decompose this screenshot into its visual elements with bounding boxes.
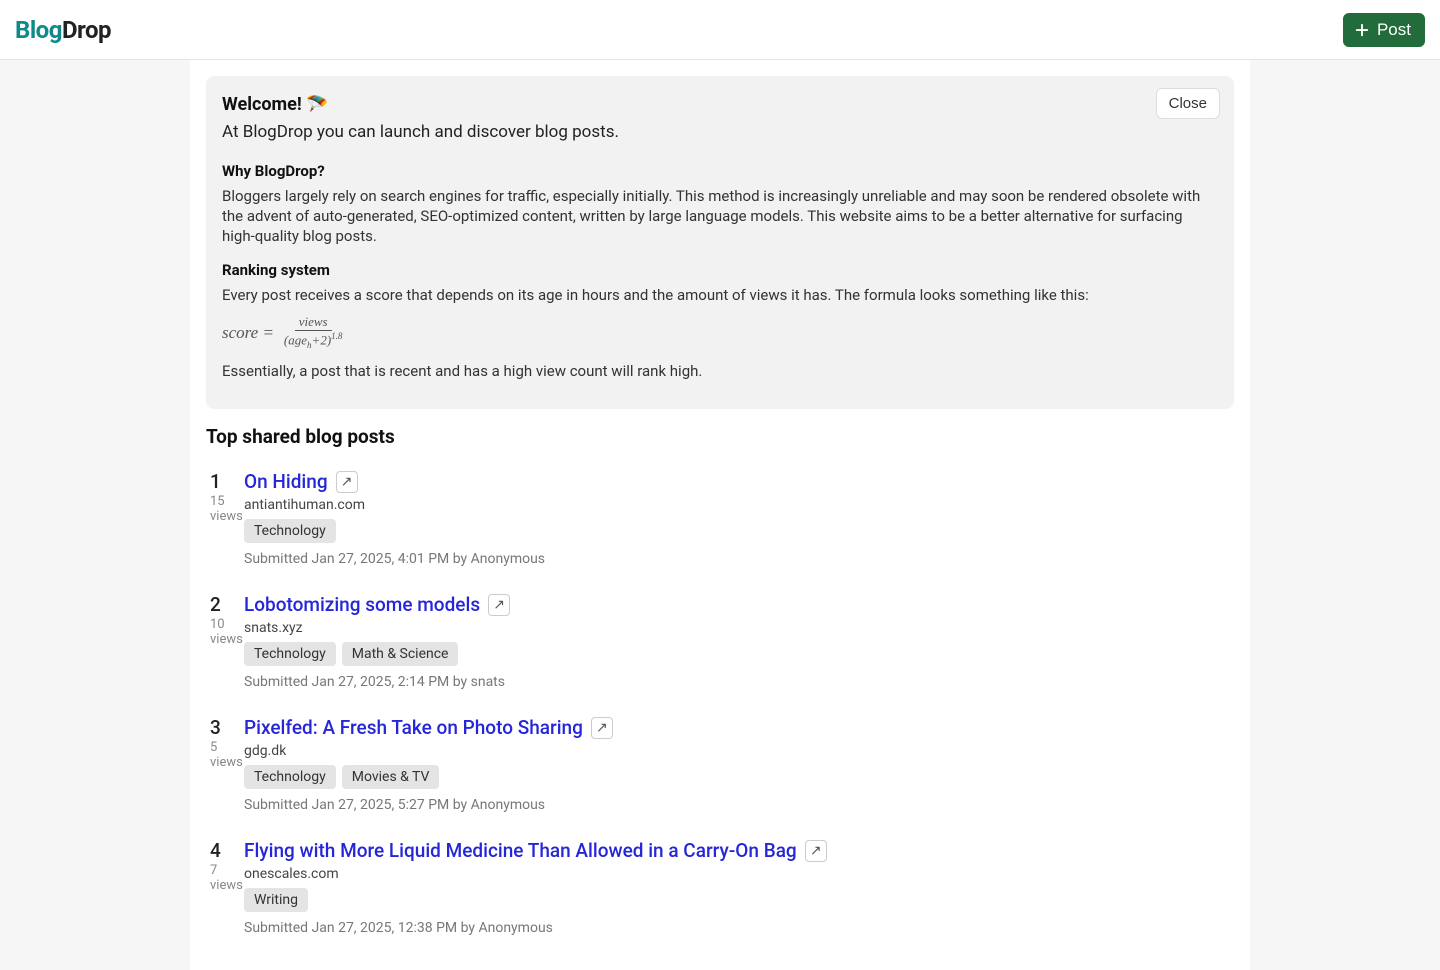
tag[interactable]: Math & Science [342, 642, 459, 666]
tag-row: TechnologyMath & Science [244, 642, 1230, 666]
post-item: 47viewsFlying with More Liquid Medicine … [206, 831, 1234, 954]
post-domain: snats.xyz [244, 620, 1230, 636]
post-item: 210viewsLobotomizing some models ↗ snats.x… [206, 585, 1234, 708]
post-title-link[interactable]: Pixelfed: A Fresh Take on Photo Sharing [244, 716, 583, 739]
close-welcome-button[interactable]: Close [1156, 88, 1220, 119]
views-count: 15views [210, 495, 244, 524]
submitted-line: Submitted Jan 27, 2025, 4:01 PM by Anony… [244, 551, 1230, 567]
submitted-line: Submitted Jan 27, 2025, 12:38 PM by Anon… [244, 920, 1230, 936]
formula-lhs: score = [222, 323, 274, 343]
post-item: 115viewsOn Hiding ↗ antiantihuman.com Techn… [206, 462, 1234, 585]
rank-column: 47views [210, 839, 244, 936]
tag[interactable]: Writing [244, 888, 308, 912]
post-domain: antiantihuman.com [244, 497, 1230, 513]
post-main: Lobotomizing some models ↗ snats.xyz Techno… [244, 593, 1230, 690]
welcome-title: Welcome! 🪂 [222, 94, 1218, 115]
ranking-body: Every post receives a score that depends… [222, 285, 1218, 305]
submitted-line: Submitted Jan 27, 2025, 2:14 PM by snats [244, 674, 1230, 690]
views-count: 5views [210, 741, 244, 770]
new-post-button[interactable]: Post [1343, 13, 1425, 47]
post-domain: gdg.dk [244, 743, 1230, 759]
post-title-row: Flying with More Liquid Medicine Than Al… [244, 839, 1230, 862]
external-link-icon[interactable]: ↗ [488, 594, 510, 616]
tag[interactable]: Technology [244, 765, 336, 789]
page-container: Close Welcome! 🪂 At BlogDrop you can lau… [190, 60, 1250, 970]
brand-logo[interactable]: BlogDrop [15, 16, 111, 44]
post-button-label: Post [1377, 20, 1411, 40]
rank-number: 3 [210, 716, 244, 739]
plus-icon [1353, 21, 1371, 39]
tag[interactable]: Movies & TV [342, 765, 440, 789]
rank-number: 4 [210, 839, 244, 862]
post-title-link[interactable]: On Hiding [244, 470, 328, 493]
post-item: 35viewsPixelfed: A Fresh Take on Photo S… [206, 708, 1234, 831]
post-title-row: Lobotomizing some models ↗ [244, 593, 1230, 616]
why-body: Bloggers largely rely on search engines … [222, 186, 1218, 247]
welcome-tagline: At BlogDrop you can launch and discover … [222, 121, 1218, 144]
formula-fraction: views (ageh+2)1.8 [280, 315, 346, 351]
post-title-row: On Hiding ↗ [244, 470, 1230, 493]
tag-row: TechnologyMovies & TV [244, 765, 1230, 789]
submitted-line: Submitted Jan 27, 2025, 5:27 PM by Anony… [244, 797, 1230, 813]
post-title-row: Pixelfed: A Fresh Take on Photo Sharing ↗ [244, 716, 1230, 739]
posts-list: 115viewsOn Hiding ↗ antiantihuman.com Techn… [206, 462, 1234, 954]
external-link-icon[interactable]: ↗ [805, 840, 827, 862]
post-title-link[interactable]: Flying with More Liquid Medicine Than Al… [244, 839, 797, 862]
views-count: 7views [210, 864, 244, 893]
external-link-icon[interactable]: ↗ [591, 717, 613, 739]
brand-part1: Blog [15, 16, 62, 44]
welcome-panel: Close Welcome! 🪂 At BlogDrop you can lau… [206, 76, 1234, 409]
rank-number: 1 [210, 470, 244, 493]
rank-column: 210views [210, 593, 244, 690]
topbar: BlogDrop Post [0, 0, 1440, 60]
formula-numerator: views [295, 315, 332, 331]
section-title: Top shared blog posts [206, 425, 1234, 448]
ranking-heading: Ranking system [222, 261, 1218, 279]
rank-number: 2 [210, 593, 244, 616]
tag-row: Technology [244, 519, 1230, 543]
formula-denominator: (ageh+2)1.8 [280, 331, 346, 351]
ranking-formula: score = views (ageh+2)1.8 [222, 315, 1218, 351]
post-domain: onescales.com [244, 866, 1230, 882]
views-count: 10views [210, 618, 244, 647]
external-link-icon[interactable]: ↗ [336, 471, 358, 493]
post-main: Pixelfed: A Fresh Take on Photo Sharing ↗… [244, 716, 1230, 813]
post-main: On Hiding ↗ antiantihuman.com Technology Sub… [244, 470, 1230, 567]
rank-column: 35views [210, 716, 244, 813]
brand-part2: Drop [62, 16, 111, 44]
ranking-tail: Essentially, a post that is recent and h… [222, 361, 1218, 381]
tag[interactable]: Technology [244, 519, 336, 543]
post-title-link[interactable]: Lobotomizing some models [244, 593, 480, 616]
tag[interactable]: Technology [244, 642, 336, 666]
post-main: Flying with More Liquid Medicine Than Al… [244, 839, 1230, 936]
tag-row: Writing [244, 888, 1230, 912]
why-heading: Why BlogDrop? [222, 162, 1218, 180]
rank-column: 115views [210, 470, 244, 567]
